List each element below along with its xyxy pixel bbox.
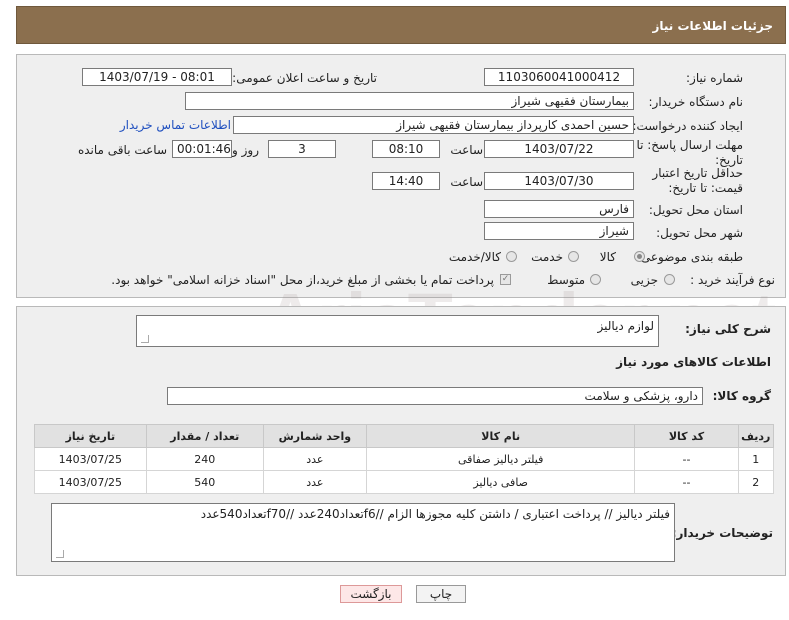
cell-row: 2 — [737, 470, 775, 494]
category-label: طبقه بندی موضوعی: — [636, 250, 743, 264]
reply-time-field: 08:10 — [372, 140, 440, 158]
summary-text: لوازم دیالیز — [597, 319, 654, 333]
col-code: کد کالا — [634, 424, 739, 448]
need-number-field: 1103060041000412 — [484, 68, 634, 86]
col-name: نام کالا — [365, 424, 636, 448]
table-row: 2 -- صافی دیالیز عدد 540 1403/07/25 — [34, 470, 775, 494]
province-field: فارس — [484, 200, 634, 218]
category-both-radio[interactable] — [506, 251, 517, 262]
category-goods-label: کالا — [599, 250, 616, 264]
goods-info-title: اطلاعات کالاهای مورد نیاز — [616, 355, 771, 369]
cell-qty: 240 — [145, 447, 264, 471]
col-row: ردیف — [737, 424, 775, 448]
validity-time-field: 14:40 — [372, 172, 440, 190]
cell-name: فیلتر دیالیز صفاقی — [365, 447, 636, 471]
category-service-radio[interactable] — [568, 251, 579, 262]
cell-name: صافی دیالیز — [365, 470, 636, 494]
summary-textarea[interactable]: لوازم دیالیز — [136, 315, 659, 347]
need-number-label: شماره نیاز: — [686, 71, 743, 85]
buyer-notes-textarea[interactable]: فیلتر دیالیز // پرداخت اعتباری / داشتن ک… — [51, 503, 675, 562]
treasury-note: پرداخت تمام یا بخشی از مبلغ خرید،از محل … — [111, 273, 494, 287]
goods-group-field: دارو، پزشکی و سلامت — [167, 387, 703, 405]
validity-time-label: ساعت — [450, 175, 483, 189]
category-goods-radio[interactable] — [634, 251, 645, 262]
treasury-checkbox[interactable]: ✓ — [500, 274, 511, 285]
summary-label: شرح کلی نیاز: — [685, 322, 771, 336]
col-qty: تعداد / مقدار — [145, 424, 264, 448]
col-date: تاریخ نیاز — [34, 424, 147, 448]
announce-datetime-field: 1403/07/19 - 08:01 — [82, 68, 232, 86]
buyer-contact-link[interactable]: اطلاعات تماس خریدار — [120, 118, 231, 132]
goods-group-label: گروه کالا: — [712, 389, 771, 403]
days-label: روز و — [232, 143, 259, 157]
buyer-org-field: بیمارستان فقیهی شیراز — [185, 92, 634, 110]
cell-qty: 540 — [145, 470, 264, 494]
purchase-medium-radio[interactable] — [590, 274, 601, 285]
remaining-time-label: ساعت باقی مانده — [77, 143, 167, 157]
goods-table: ردیف کد کالا نام کالا واحد شمارش تعداد /… — [34, 424, 775, 494]
cell-row: 1 — [737, 447, 775, 471]
goods-table-header: ردیف کد کالا نام کالا واحد شمارش تعداد /… — [34, 424, 775, 448]
col-unit: واحد شمارش — [262, 424, 367, 448]
purchase-minor-radio[interactable] — [664, 274, 675, 285]
announce-datetime-label: تاریخ و ساعت اعلان عمومی: — [232, 71, 377, 85]
validity-date-field: 1403/07/30 — [484, 172, 634, 190]
page-title: جزئیات اطلاعات نیاز — [652, 19, 773, 33]
purchase-type-label: نوع فرآیند خرید : — [690, 273, 775, 287]
buyer-notes-label: توضیحات خریدار: — [671, 526, 773, 540]
validity-label: حداقل تاریخ اعتبار قیمت: تا تاریخ: — [652, 166, 743, 195]
purchase-minor-label: جزیی — [630, 273, 658, 287]
buyer-notes-text: فیلتر دیالیز // پرداخت اعتباری / داشتن ک… — [200, 507, 670, 521]
cell-date: 1403/07/25 — [34, 470, 147, 494]
resize-grip-icon[interactable] — [56, 550, 64, 558]
table-row: 1 -- فیلتر دیالیز صفاقی عدد 240 1403/07/… — [34, 447, 775, 471]
reply-time-label: ساعت — [450, 143, 483, 157]
creator-field: حسین احمدی کارپرداز بیمارستان فقیهی شیرا… — [233, 116, 634, 134]
category-both-label: کالا/خدمت — [448, 250, 501, 264]
city-label: شهر محل تحویل: — [656, 226, 743, 240]
purchase-medium-label: متوسط — [547, 273, 585, 287]
province-label: استان محل تحویل: — [648, 203, 743, 217]
category-service-label: خدمت — [531, 250, 563, 264]
print-button[interactable]: چاپ — [416, 585, 466, 603]
buyer-org-label: نام دستگاه خریدار: — [648, 95, 744, 109]
cell-code: -- — [634, 470, 739, 494]
reply-date-field: 1403/07/22 — [484, 140, 634, 158]
resize-grip-icon[interactable] — [141, 335, 149, 343]
creator-label: ایجاد کننده درخواست: — [632, 119, 743, 133]
days-field: 3 — [268, 140, 336, 158]
cell-date: 1403/07/25 — [34, 447, 147, 471]
remaining-time-field: 00:01:46 — [172, 140, 232, 158]
cell-unit: عدد — [262, 470, 367, 494]
city-field: شیراز — [484, 222, 634, 240]
back-button[interactable]: بازگشت — [340, 585, 402, 603]
cell-unit: عدد — [262, 447, 367, 471]
page-header: جزئیات اطلاعات نیاز — [16, 6, 786, 44]
cell-code: -- — [634, 447, 739, 471]
reply-deadline-label: مهلت ارسال پاسخ: تا تاریخ: — [636, 138, 743, 167]
